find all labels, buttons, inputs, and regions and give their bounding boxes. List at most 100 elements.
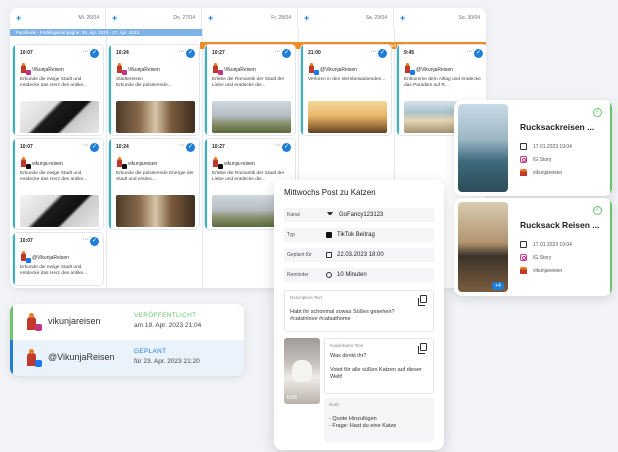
post-card[interactable]: 10:07 ··· ✓ VikunjaReisen Erkunde die ew… (13, 45, 103, 135)
account-name: @VikunjaReisen (320, 66, 357, 73)
published-check-icon: ✓ (593, 206, 602, 215)
post-title: Mittwochs Post zu Katzen (284, 188, 376, 197)
day-header: + Mi. 26/04 (10, 8, 106, 28)
video-thumbnail[interactable]: 0:08 (284, 338, 320, 404)
more-icon[interactable]: ··· (274, 142, 281, 149)
story-type-row: IG Story (520, 156, 551, 163)
add-post-icon[interactable]: + (16, 13, 21, 23)
story-type: IG Story (533, 156, 552, 163)
scheduled-check-icon: ✓ (186, 49, 195, 58)
chevron-down-icon (327, 212, 333, 218)
post-account: VikunjaReisen (20, 63, 64, 75)
avatar (212, 63, 223, 75)
post-card[interactable]: 10:07 ··· ✓ @VikunjaReisen Erkunde die e… (13, 233, 103, 285)
story-user-row: vikunjareisen (520, 267, 562, 274)
story-card[interactable]: +4 ✓ Rucksack Reisen ... 17.01.2023 19:0… (454, 198, 612, 296)
more-icon[interactable]: ··· (178, 48, 185, 55)
post-text: Städtereisen Erkunde die pulsierende... (116, 77, 172, 88)
calendar-icon (520, 241, 527, 248)
avatar (20, 157, 31, 169)
post-image (212, 101, 291, 133)
type-field[interactable]: Typ TikTok Beitrag (284, 228, 434, 242)
notes-text: - Quote Hinzufügen - Frage: Hast du eine… (329, 416, 397, 429)
status-row[interactable]: @VikunjaReisen GEPLANT für 23. Apr. 2023… (10, 340, 244, 376)
field-label: Typ (287, 232, 296, 238)
scheduled-check-icon: ✓ (282, 143, 291, 152)
post-card[interactable]: 10:24 ··· ✓ vikunjareisen Erkunde die pu… (109, 139, 199, 229)
copyable-text-label: Kopierbarer Text (330, 343, 363, 348)
post-card[interactable]: 10:07 ··· ✓ vikunja-reisen Erkunde die e… (13, 139, 103, 229)
post-card[interactable]: 10:27 ··· ✓ VikunjaReisen Erlebe die Rom… (205, 45, 295, 135)
add-post-icon[interactable]: + (400, 13, 405, 23)
campaign-bar-facebook[interactable]: Facebook - Frühlingskampagne: 20. Apr. 2… (10, 29, 202, 36)
story-date-row: 17.01.2023 19:04 (520, 143, 572, 150)
story-type-row: IG Story (520, 254, 551, 261)
post-account: VikunjaReisen (212, 63, 256, 75)
more-media-badge[interactable]: +4 (492, 282, 504, 290)
copyable-text-box[interactable]: Kopierbarer Text Was denkt ihr? Votet fü… (324, 338, 434, 394)
avatar (308, 63, 319, 75)
more-icon[interactable]: ··· (82, 142, 89, 149)
post-account: @VikunjaReisen (404, 63, 453, 75)
post-text: Verloren in den sternbesaubenden... (308, 77, 386, 82)
post-account: vikunja-reisen (20, 157, 63, 169)
description-box[interactable]: Description Text Habt ihr schonmal sowas… (284, 290, 434, 332)
post-stripe (109, 139, 111, 229)
account-name: vikunja-reisen (224, 160, 255, 167)
column-divider (202, 28, 203, 288)
schedule-field[interactable]: Geplant für 22.03.2023 18:00 (284, 248, 434, 262)
story-user: vikunjareisen (533, 267, 563, 274)
add-post-icon[interactable]: + (208, 13, 213, 23)
more-icon[interactable]: ··· (82, 48, 89, 55)
clock-icon (326, 272, 332, 278)
calendar-icon (520, 143, 527, 150)
publish-status-panel: vikunjareisen VERÖFFENTLICHT am 19. Apr.… (10, 304, 244, 376)
field-value: 22.03.2023 18:00 (337, 252, 384, 258)
status-row[interactable]: vikunjareisen VERÖFFENTLICHT am 19. Apr.… (10, 304, 244, 340)
post-time: 10:07 (20, 238, 33, 244)
day-label: Fr. 28/04 (271, 15, 291, 21)
post-account: vikunjareisen (116, 157, 158, 169)
more-icon[interactable]: ··· (178, 142, 185, 149)
user-avatar-icon (520, 267, 527, 274)
post-text: Erlebe die Romantik der Stadt der Liebe … (212, 77, 285, 88)
more-icon[interactable]: ··· (82, 236, 89, 243)
post-card[interactable]: 10:24 ··· ✓ VikunjaReisen Städtereisen E… (109, 45, 199, 135)
account-name: vikunjareisen (128, 160, 158, 167)
copy-icon[interactable] (418, 295, 427, 306)
status-stripe (610, 198, 612, 296)
post-image (20, 195, 99, 227)
post-stripe (397, 45, 399, 135)
post-time: 10:27 (212, 50, 225, 56)
scheduled-check-icon: ✓ (90, 143, 99, 152)
story-date: 17.01.2023 19:04 (533, 241, 572, 248)
more-icon[interactable]: ··· (466, 48, 473, 55)
channel-field[interactable]: Kanal GoFancy123123 (284, 208, 434, 222)
tiktok-icon (326, 232, 332, 238)
post-card[interactable]: 21:00 ··· ✓ @VikunjaReisen Verloren in d… (301, 45, 391, 135)
more-icon[interactable]: ··· (370, 48, 377, 55)
story-thumbnail (458, 202, 508, 292)
post-stripe (13, 45, 15, 135)
account-name: @VikunjaReisen (32, 254, 69, 261)
field-label: Reminder (287, 272, 309, 278)
story-card[interactable]: ✓ Rucksackreisen ... 17.01.2023 19:04 IG… (454, 100, 612, 196)
reminder-field[interactable]: Reminder 10 Minuten (284, 268, 434, 282)
account-name: VikunjaReisen (224, 66, 256, 73)
status-date: für 23. Apr. 2023 21:20 (134, 358, 200, 365)
add-post-icon[interactable]: + (112, 13, 117, 23)
add-post-icon[interactable]: + (304, 13, 309, 23)
account-name: VikunjaReisen (128, 66, 160, 73)
story-user-row: vikunjareisen (520, 169, 562, 176)
more-icon[interactable]: ··· (274, 48, 281, 55)
post-text: Entkomme dem Alltag und entdecke das Par… (404, 77, 481, 88)
day-label: Sa. 29/04 (365, 15, 387, 21)
published-check-icon: ✓ (593, 108, 602, 117)
post-image (20, 101, 99, 133)
notes-box[interactable]: Notiz - Quote Hinzufügen - Frage: Hast d… (324, 398, 434, 442)
user-avatar-icon (520, 169, 527, 176)
scheduled-check-icon: ✓ (378, 49, 387, 58)
copy-icon[interactable] (418, 343, 427, 354)
avatar (20, 251, 31, 263)
notes-label: Notiz (329, 402, 340, 407)
